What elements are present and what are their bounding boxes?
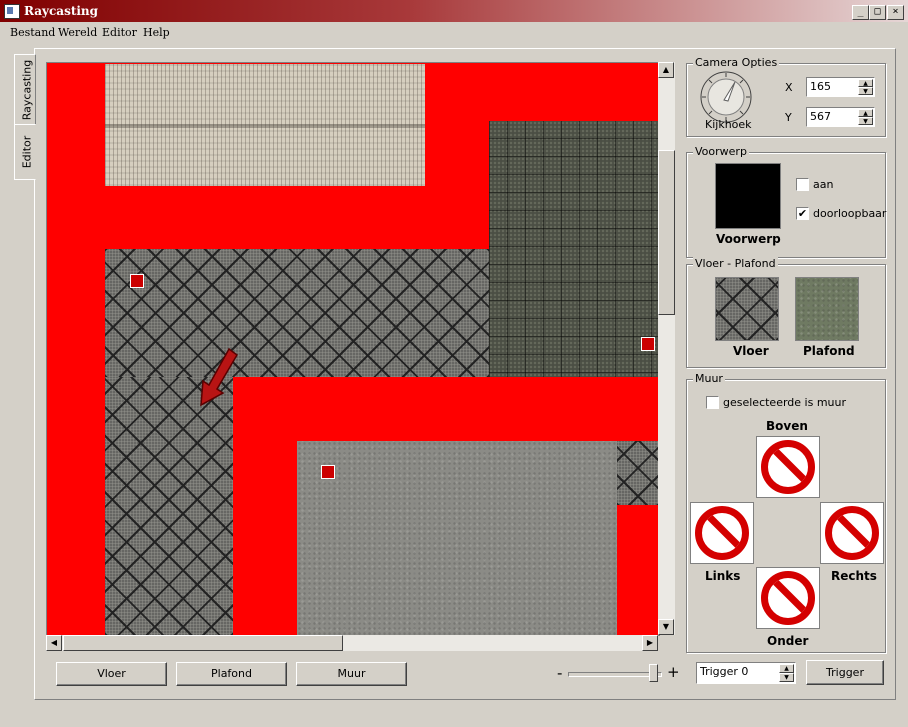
walkable-checkbox[interactable]: ✔ bbox=[796, 207, 809, 220]
wall-left-label: Links bbox=[705, 569, 741, 583]
spin-down-icon[interactable]: ▼ bbox=[779, 673, 794, 682]
tab-editor[interactable]: Editor bbox=[14, 124, 36, 180]
title-bar bbox=[0, 0, 908, 22]
vertical-scroll-thumb[interactable] bbox=[658, 150, 675, 315]
spin-down-icon[interactable]: ▼ bbox=[858, 117, 873, 125]
window-title: Raycasting bbox=[24, 4, 99, 18]
floor-texture-preview[interactable] bbox=[715, 277, 779, 341]
maximize-button[interactable]: □ bbox=[869, 5, 886, 20]
camera-y-input[interactable] bbox=[807, 108, 861, 125]
menu-help[interactable]: Help bbox=[143, 26, 170, 39]
diamond-floor-tile[interactable] bbox=[617, 441, 659, 505]
diamond-floor-tile[interactable] bbox=[105, 377, 233, 635]
scroll-down-icon[interactable]: ▼ bbox=[658, 619, 674, 635]
scroll-up-icon[interactable]: ▲ bbox=[658, 62, 674, 78]
view-angle-label: Kijkhoek bbox=[705, 118, 752, 131]
ceiling-button[interactable]: Plafond bbox=[176, 662, 287, 686]
object-marker[interactable] bbox=[130, 274, 144, 288]
spin-up-icon[interactable]: ▲ bbox=[779, 664, 794, 673]
object-preview-label: Voorwerp bbox=[716, 232, 781, 246]
wall-right-no-entry-icon[interactable] bbox=[820, 502, 884, 564]
minimize-button[interactable]: _ bbox=[852, 5, 869, 20]
wall-texture-tile[interactable] bbox=[105, 64, 425, 186]
close-button[interactable]: × bbox=[887, 5, 904, 20]
camera-y-spinbox[interactable]: ▲▼ bbox=[806, 107, 875, 127]
scroll-left-icon[interactable]: ◀ bbox=[46, 635, 62, 651]
camera-x-input[interactable] bbox=[807, 78, 861, 95]
menu-wereld[interactable]: Wereld bbox=[58, 26, 97, 39]
zoom-plus-label: + bbox=[667, 663, 680, 681]
stone-floor-tile[interactable] bbox=[489, 121, 659, 377]
map-canvas[interactable] bbox=[46, 62, 660, 636]
horizontal-scrollbar[interactable]: ◀ ▶ bbox=[46, 635, 658, 651]
wall-right-label: Rechts bbox=[831, 569, 877, 583]
camera-x-spinbox[interactable]: ▲▼ bbox=[806, 77, 875, 97]
wall-bottom-label: Onder bbox=[767, 634, 809, 648]
zoom-minus-label: - bbox=[557, 664, 563, 682]
wall-top-label: Boven bbox=[766, 419, 808, 433]
y-label: Y bbox=[785, 111, 792, 124]
camera-options-label: Camera Opties bbox=[693, 56, 780, 69]
camera-arrow-icon[interactable] bbox=[193, 347, 239, 407]
menu-bar: Bestand Wereld Editor Help bbox=[0, 22, 908, 42]
smooth-floor-tile[interactable] bbox=[297, 441, 617, 635]
wall-bottom-no-entry-icon[interactable] bbox=[756, 567, 820, 629]
menu-bestand[interactable]: Bestand bbox=[10, 26, 55, 39]
is-wall-checkbox[interactable] bbox=[706, 396, 719, 409]
scroll-right-icon[interactable]: ▶ bbox=[642, 635, 658, 651]
horizontal-scroll-thumb[interactable] bbox=[63, 635, 343, 651]
is-wall-label: geselecteerde is muur bbox=[723, 396, 847, 409]
wall-left-no-entry-icon[interactable] bbox=[690, 502, 754, 564]
zoom-slider-handle[interactable] bbox=[649, 664, 658, 682]
ceiling-label: Plafond bbox=[803, 344, 855, 358]
wall-group-label: Muur bbox=[693, 372, 725, 385]
trigger-button[interactable]: Trigger bbox=[806, 660, 884, 685]
vertical-scrollbar[interactable]: ▲ ▼ bbox=[658, 62, 675, 635]
aan-checkbox[interactable] bbox=[796, 178, 809, 191]
diamond-floor-tile[interactable] bbox=[105, 249, 489, 377]
spin-up-icon[interactable]: ▲ bbox=[858, 79, 873, 87]
app-icon bbox=[4, 4, 20, 19]
floor-button[interactable]: Vloer bbox=[56, 662, 167, 686]
aan-label: aan bbox=[813, 178, 834, 191]
zoom-slider-track[interactable] bbox=[568, 672, 662, 677]
menu-editor[interactable]: Editor bbox=[102, 26, 137, 39]
wall-top-no-entry-icon[interactable] bbox=[756, 436, 820, 498]
object-preview[interactable] bbox=[715, 163, 781, 229]
object-marker[interactable] bbox=[321, 465, 335, 479]
trigger-spinbox[interactable]: ▲▼ bbox=[696, 662, 796, 684]
view-angle-dial[interactable] bbox=[699, 70, 753, 124]
floor-ceiling-label: Vloer - Plafond bbox=[693, 257, 778, 270]
spin-up-icon[interactable]: ▲ bbox=[858, 109, 873, 117]
walkable-label: doorloopbaar bbox=[813, 207, 887, 220]
object-marker[interactable] bbox=[641, 337, 655, 351]
spin-down-icon[interactable]: ▼ bbox=[858, 87, 873, 95]
ceiling-texture-preview[interactable] bbox=[795, 277, 859, 341]
x-label: X bbox=[785, 81, 793, 94]
wall-button[interactable]: Muur bbox=[296, 662, 407, 686]
object-group-label: Voorwerp bbox=[693, 145, 749, 158]
trigger-input[interactable] bbox=[697, 663, 781, 680]
floor-label: Vloer bbox=[733, 344, 769, 358]
